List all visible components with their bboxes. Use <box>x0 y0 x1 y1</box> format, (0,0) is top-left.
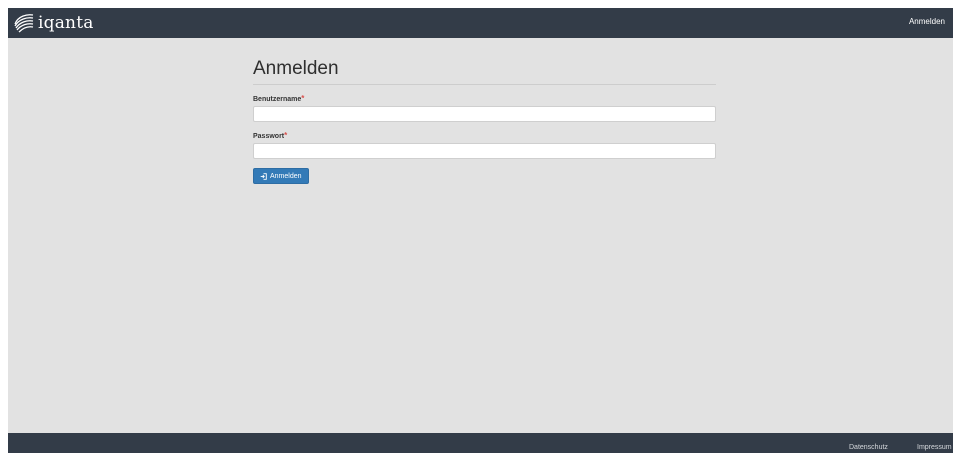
login-form-container: Anmelden Benutzername* Passwort* Anmelde… <box>253 58 716 185</box>
username-group: Benutzername* <box>253 94 716 122</box>
password-required-mark: * <box>284 131 288 140</box>
imprint-link[interactable]: Impressum <box>917 444 952 451</box>
password-label-text: Passwort <box>253 133 285 140</box>
username-label: Benutzername* <box>253 94 716 103</box>
iqanta-logo-icon <box>14 14 34 33</box>
privacy-link[interactable]: Datenschutz <box>849 444 888 451</box>
app-window: iqanta Anmelden Anmelden Benutzername* P… <box>8 8 953 453</box>
login-button[interactable]: Anmelden <box>253 168 309 184</box>
password-label: Passwort* <box>253 131 716 140</box>
password-input[interactable] <box>253 143 716 159</box>
sign-in-icon <box>260 172 267 180</box>
login-button-label: Anmelden <box>270 172 302 180</box>
username-input[interactable] <box>253 106 716 122</box>
nav-login-link[interactable]: Anmelden <box>909 17 945 26</box>
brand-link[interactable]: iqanta <box>12 10 94 36</box>
brand-name: iqanta <box>38 13 94 33</box>
username-label-text: Benutzername <box>253 96 302 103</box>
password-group: Passwort* <box>253 131 716 159</box>
username-required-mark: * <box>301 94 305 103</box>
footer: Datenschutz Impressum <box>8 433 953 453</box>
top-navbar: iqanta Anmelden <box>8 8 953 38</box>
page-title: Anmelden <box>253 58 716 85</box>
